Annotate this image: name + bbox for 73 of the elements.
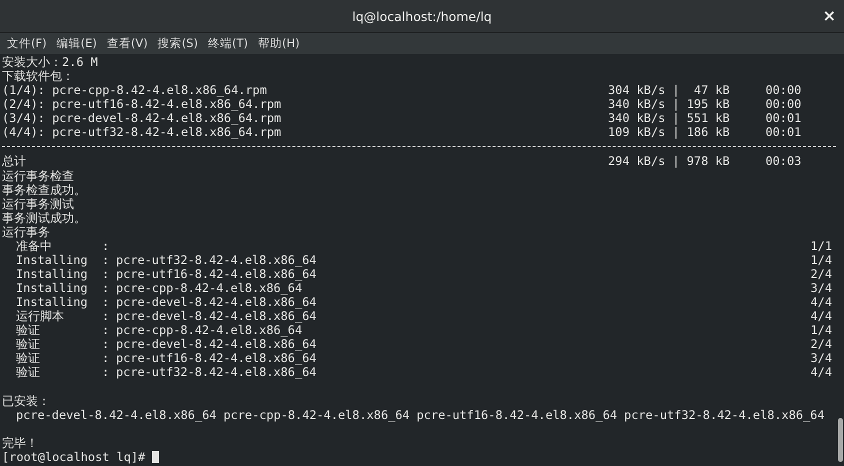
package-name: pcre-devel-8.42-4.el8.x86_64 [116, 309, 316, 324]
menu-item[interactable]: 文件(F) [2, 36, 52, 51]
step-counter: 2/4 [810, 337, 832, 352]
installed-package: pcre-devel-8.42-4.el8.x86_64 [16, 408, 216, 422]
shell-prompt: [root@localhost lq]# [2, 450, 146, 464]
output-line: 已安装： [2, 394, 50, 408]
step-colon: : [102, 295, 110, 310]
download-name: (2/4): pcre-utf16-8.42-4.el8.x86_64.rpm [2, 97, 282, 112]
close-button[interactable]: × [818, 6, 840, 26]
download-stats: 340 kB/s | 195 kB 00:00 [608, 97, 802, 112]
step-label: 准备中 [16, 238, 53, 253]
output-line: 运行事务测试 [2, 196, 74, 211]
step-counter: 3/4 [810, 281, 832, 296]
step-colon: : [102, 281, 110, 296]
step-colon: : [102, 309, 110, 324]
download-stats: 294 kB/s | 978 kB 00:03 [608, 154, 802, 168]
step-colon: : [102, 351, 110, 366]
step-label: Installing [16, 281, 89, 296]
step-label: 运行脚本 [16, 309, 65, 324]
window-title: lq@localhost:/home/lq [352, 8, 492, 24]
output-line: 下载软件包： [2, 69, 74, 84]
step-counter: 1/1 [810, 238, 832, 253]
step-counter: 3/4 [810, 351, 832, 366]
output-line: 完毕！ [2, 436, 38, 450]
download-name: (3/4): pcre-devel-8.42-4.el8.x86_64.rpm [2, 111, 282, 126]
package-name: pcre-utf16-8.42-4.el8.x86_64 [116, 266, 316, 281]
package-name: pcre-cpp-8.42-4.el8.x86_64 [116, 323, 302, 338]
step-label: 验证 [16, 323, 41, 338]
step-label: 验证 [16, 351, 41, 366]
package-name: pcre-utf16-8.42-4.el8.x86_64 [116, 351, 316, 366]
step-counter: 4/4 [810, 309, 832, 324]
package-name: pcre-utf32-8.42-4.el8.x86_64 [116, 365, 316, 380]
step-colon: : [102, 337, 110, 352]
step-colon: : [102, 323, 110, 338]
download-stats: 340 kB/s | 551 kB 00:01 [608, 111, 802, 126]
menu-item[interactable]: 终端(T) [202, 36, 253, 51]
download-name: 总计 [2, 154, 27, 168]
output-line: 事务检查成功。 [2, 182, 86, 197]
download-name: (1/4): pcre-cpp-8.42-4.el8.x86_64.rpm [2, 83, 268, 98]
installed-package: pcre-cpp-8.42-4.el8.x86_64 [223, 408, 410, 422]
package-name: pcre-devel-8.42-4.el8.x86_64 [116, 337, 316, 352]
output-line: 事务测试成功。 [2, 210, 86, 225]
installed-package: pcre-utf32-8.42-4.el8.x86_64 [624, 408, 824, 422]
menu-item[interactable]: 查看(V) [102, 36, 153, 51]
menu-item[interactable]: 帮助(H) [252, 36, 305, 51]
step-counter: 1/4 [810, 323, 832, 338]
step-counter: 4/4 [810, 295, 832, 310]
menu-item[interactable]: 搜索(S) [152, 36, 203, 51]
step-label: Installing [16, 252, 89, 267]
step-label: Installing [16, 266, 89, 281]
step-counter: 1/4 [810, 252, 832, 267]
package-name: pcre-devel-8.42-4.el8.x86_64 [116, 295, 316, 310]
output-line: 运行事务检查 [2, 168, 74, 183]
cursor [152, 450, 160, 463]
scrollbar-thumb[interactable] [838, 418, 843, 462]
download-stats: 109 kB/s | 186 kB 00:01 [608, 125, 802, 140]
step-label: 验证 [16, 365, 41, 380]
installed-package: pcre-utf16-8.42-4.el8.x86_64 [416, 408, 618, 422]
menu-item[interactable]: 编辑(E) [52, 36, 102, 51]
package-name: pcre-cpp-8.42-4.el8.x86_64 [116, 281, 302, 296]
step-label: Installing [16, 295, 89, 310]
step-colon: : [102, 238, 110, 253]
output-line: 安装大小：2.6 M [2, 55, 98, 70]
download-stats: 304 kB/s | 47 kB 00:00 [608, 83, 802, 98]
step-counter: 2/4 [810, 266, 832, 281]
step-counter: 4/4 [810, 365, 832, 380]
download-name: (4/4): pcre-utf32-8.42-4.el8.x86_64.rpm [2, 125, 282, 140]
step-colon: : [102, 266, 110, 281]
step-label: 验证 [16, 337, 41, 352]
package-name: pcre-utf32-8.42-4.el8.x86_64 [116, 252, 316, 267]
output-line: 运行事务 [2, 224, 50, 239]
step-colon: : [102, 365, 110, 380]
step-colon: : [102, 252, 110, 267]
